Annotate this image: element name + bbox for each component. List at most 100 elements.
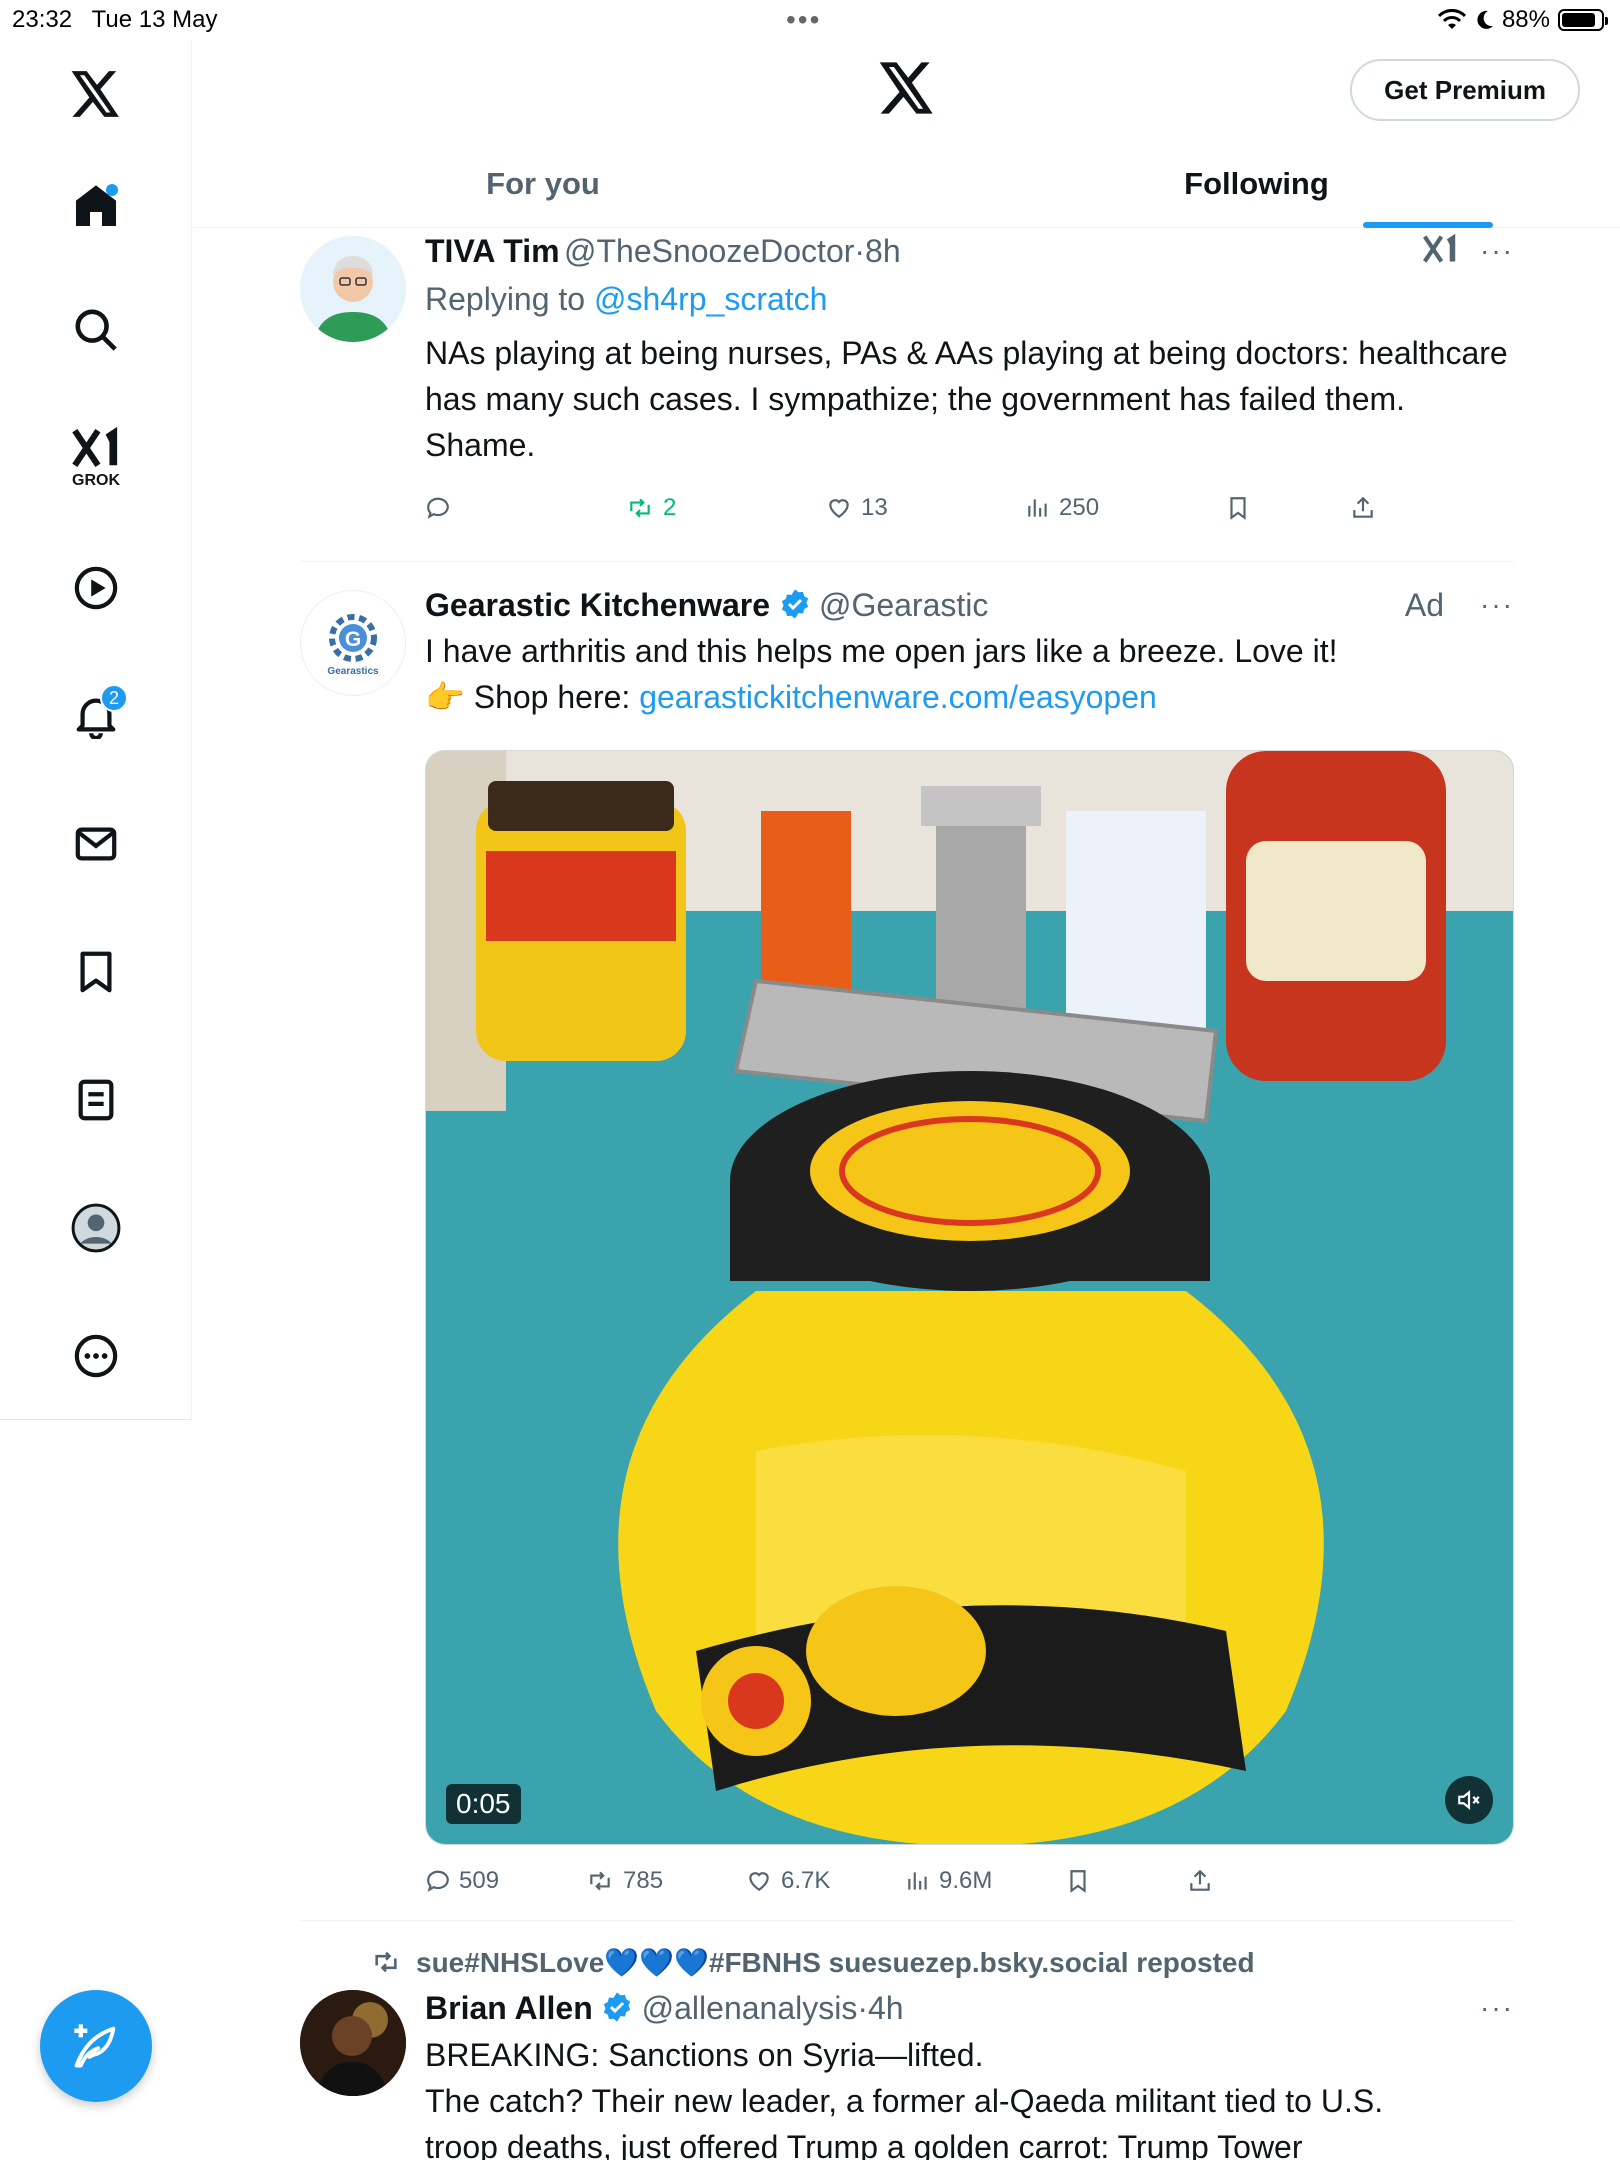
bookmark-icon [1070,1870,1086,1893]
sidebar-item-profile[interactable] [56,1188,136,1268]
x-logo-icon[interactable] [56,54,136,134]
timeline-feed: TIVA Tim @TheSnoozeDoctor·8h ··· Replyin… [300,228,1514,2160]
bookmark-icon [1230,497,1246,520]
reply-button[interactable] [425,495,625,521]
shop-line: 👉 Shop here: gearastickitchenware.com/ea… [425,679,1157,715]
mute-toggle-button[interactable] [1445,1776,1493,1824]
shop-link[interactable]: gearastickitchenware.com/easyopen [639,679,1157,715]
share-button[interactable] [1350,495,1376,521]
profile-avatar-icon [71,1203,121,1253]
reply-icon [427,1870,449,1892]
sidebar-item-explore[interactable] [56,290,136,370]
like-count: 13 [861,494,888,521]
more-options-icon[interactable]: ··· [1480,228,1514,274]
user-name[interactable]: Gearastic Kitchenware [425,587,770,623]
user-name[interactable]: TIVA Tim [425,233,560,269]
views-chart-icon [908,1872,927,1890]
sidebar-item-lists[interactable] [56,1060,136,1140]
repost-count: 785 [623,1867,664,1894]
more-circle-icon [74,1334,118,1378]
sidebar-item-grok[interactable]: GROK [56,418,136,498]
speaker-muted-icon [1458,1790,1480,1810]
views-chart-icon [1028,499,1047,517]
video-frame-jar-opener [426,751,1513,1844]
user-name[interactable]: Brian Allen [425,1990,593,2026]
mail-icon [75,827,117,861]
user-handle[interactable]: @Gearastic [819,587,988,623]
sidebar-item-home[interactable] [56,166,136,246]
list-icon [78,1079,114,1121]
reply-icon [427,497,449,519]
reposted-by-label[interactable]: sue#NHSLove💙💙💙#FBNHS suesuezep.bsky.soci… [416,1946,1255,1979]
reply-context: Replying to @sh4rp_scratch [425,281,828,317]
tweet-header: Brian Allen @allenanalysis·4h ··· [425,1984,1514,2032]
repost-button[interactable]: 785 [585,1867,745,1895]
wifi-icon [1437,9,1466,29]
tweet-body: TIVA Tim @TheSnoozeDoctor·8h ··· Replyin… [425,228,1514,528]
view-count: 9.6M [939,1867,993,1894]
sidebar-item-messages[interactable] [56,804,136,884]
repost-icon [590,1871,610,1891]
status-time: 23:32 Tue 13 May [12,6,218,33]
like-button[interactable]: 6.7K [745,1867,905,1895]
avatar[interactable]: G Gearastics [300,590,406,696]
play-icon [74,566,118,610]
compose-post-button[interactable] [40,1990,152,2102]
sidebar-item-more[interactable] [56,1316,136,1396]
repost-button[interactable]: 2 [625,494,825,522]
tab-following[interactable]: Following [893,140,1620,228]
tweet-text: NAs playing at being nurses, PAs & AAs p… [425,335,1508,463]
heart-icon [829,499,849,518]
tweet-actions: 2 13 250 [425,488,1514,528]
bookmark-button[interactable] [1225,495,1350,521]
video-timestamp: 0:05 [446,1784,521,1824]
reply-button[interactable]: 509 [425,1867,585,1895]
tweet-header: Gearastic Kitchenware @Gearastic Ad ··· [425,582,1514,628]
notifications-badge: 2 [100,684,128,712]
sidebar-item-notifications[interactable]: 2 [56,676,136,756]
tweet-time[interactable]: 4h [868,1990,904,2026]
tweet-text-line: The catch? Their new leader, a former al… [425,2083,1384,2119]
ad-video[interactable]: 0:05 [425,750,1514,1845]
share-icon [1353,496,1373,518]
like-button[interactable]: 13 [825,494,1025,522]
sidebar-item-videos[interactable] [56,548,136,628]
grok-explain-icon[interactable] [1422,232,1458,285]
multitasking-dots-icon[interactable]: ••• [786,4,821,36]
repost-count: 2 [663,494,677,521]
tweet-brian-allen[interactable]: sue#NHSLove💙💙💙#FBNHS suesuezep.bsky.soci… [300,1940,1514,2160]
user-handle[interactable]: @TheSnoozeDoctor [564,233,854,269]
bookmark-icon [80,951,112,993]
user-handle[interactable]: @allenanalysis [642,1990,858,2026]
sidebar-nav: GROK 2 [0,40,192,1420]
repost-icon [630,498,650,518]
get-premium-button[interactable]: Get Premium [1350,59,1580,121]
reply-to-handle[interactable]: @sh4rp_scratch [594,281,827,317]
x-logo-header-icon[interactable] [879,62,935,119]
tweet-gearastic-ad[interactable]: G Gearastics Gearastic Kitchenware @Gear… [300,582,1514,1912]
avatar[interactable] [300,1990,406,2096]
grok-icon [72,426,118,468]
tweet-header: TIVA Tim @TheSnoozeDoctor·8h ··· [425,228,1514,274]
verified-badge-icon [603,1992,631,2022]
share-button[interactable] [1187,1868,1213,1894]
battery-percent: 88% [1501,6,1550,33]
status-right: 88% [1437,6,1608,34]
sidebar-item-bookmarks[interactable] [56,932,136,1012]
more-options-icon[interactable]: ··· [1480,1984,1514,2032]
tweet-body: Brian Allen @allenanalysis·4h ··· BREAKI… [425,1984,1514,2160]
more-options-icon[interactable]: ··· [1480,582,1514,628]
tweet-tiva-tim[interactable]: TIVA Tim @TheSnoozeDoctor·8h ··· Replyin… [300,228,1514,562]
tweet-time[interactable]: 8h [865,233,901,269]
bookmark-button[interactable] [1065,1868,1187,1894]
repost-icon [375,1951,397,1973]
avatar[interactable] [300,236,406,342]
views-button[interactable]: 9.6M [905,1867,1065,1895]
grok-label: GROK [72,472,120,489]
tweet-text-line: troop deaths, just offered Trump a golde… [425,2129,1303,2160]
tab-for-you[interactable]: For you [193,140,893,228]
views-button[interactable]: 250 [1025,494,1225,522]
home-new-dot [106,184,118,196]
top-header: Get Premium For you Following [193,40,1620,228]
heart-icon [749,1872,769,1891]
